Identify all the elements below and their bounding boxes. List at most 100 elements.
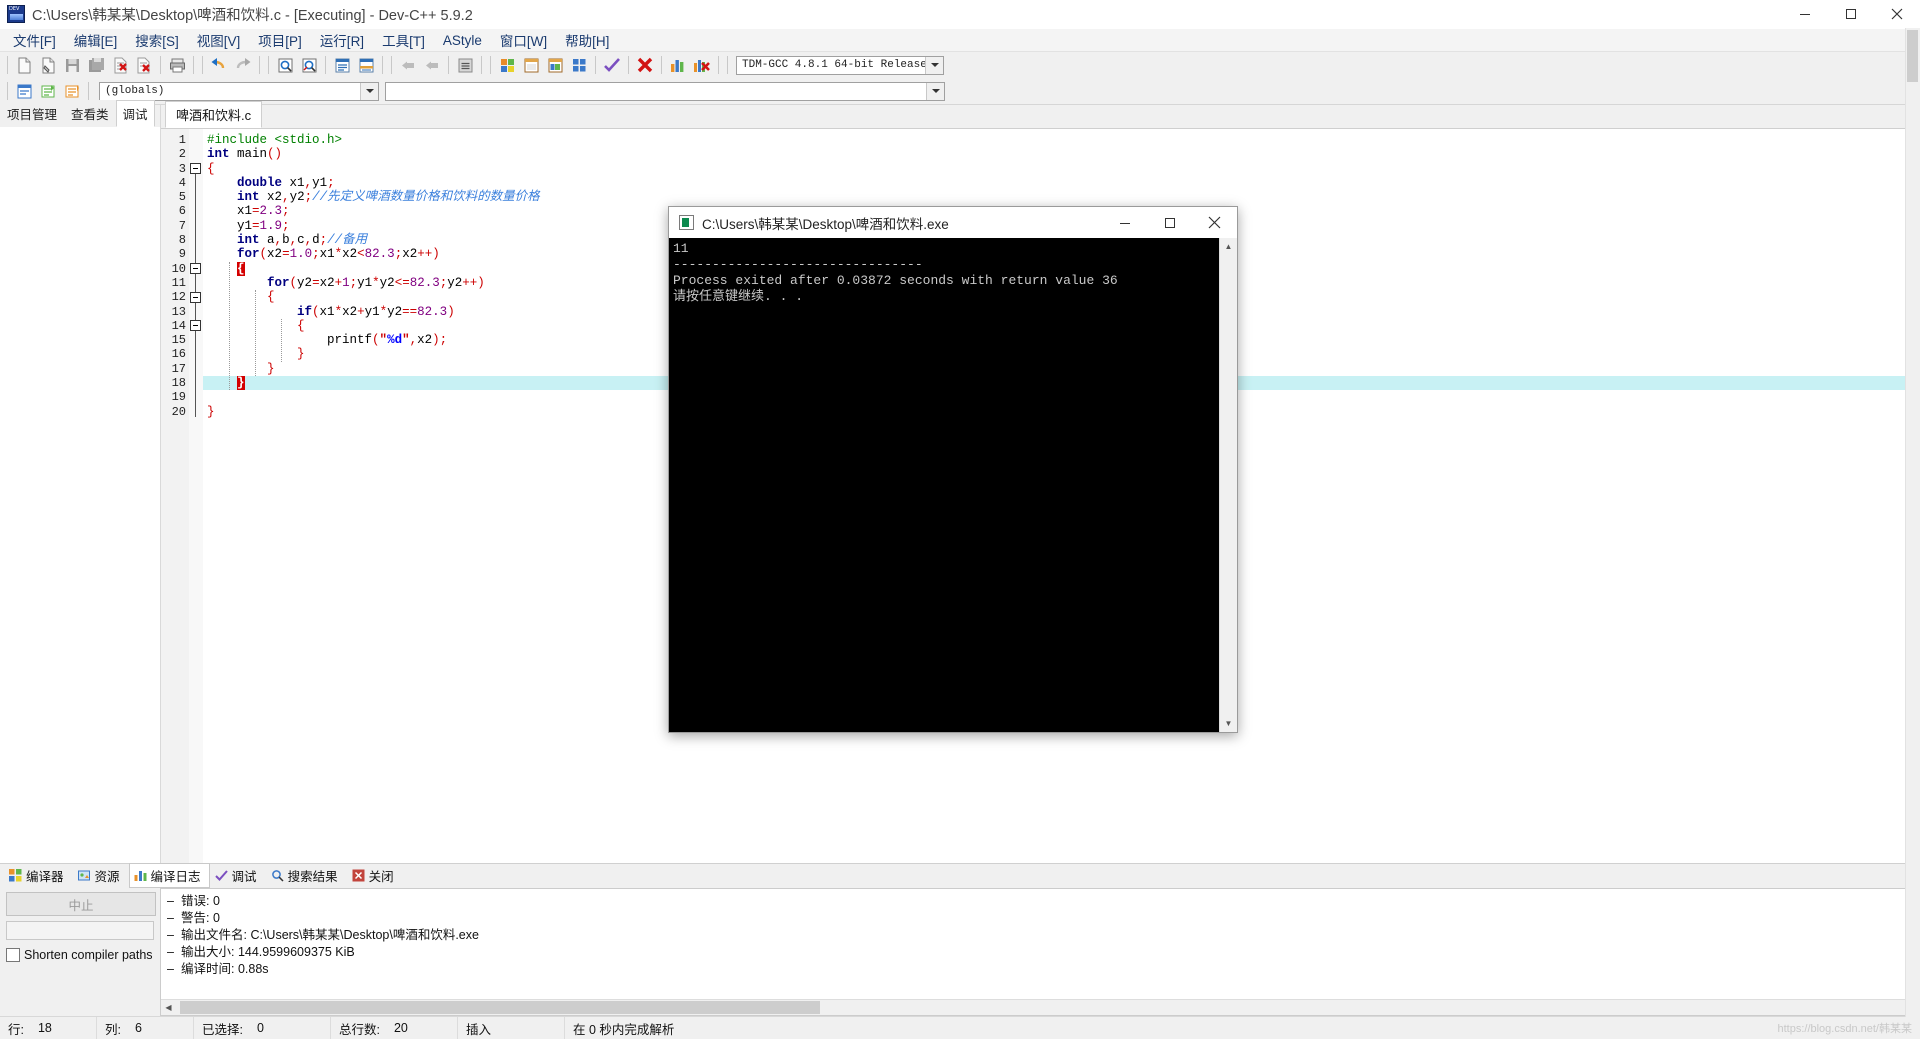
toolbar-separator — [718, 56, 719, 74]
scroll-left-icon[interactable]: ◀ — [161, 1000, 176, 1015]
code-token: ) — [432, 333, 440, 348]
redo-button[interactable] — [232, 54, 254, 76]
scroll-up-icon[interactable]: ▲ — [1220, 238, 1237, 255]
line-number: 8 — [178, 233, 186, 248]
toolbar-separator — [727, 56, 728, 74]
fold-toggle[interactable] — [190, 163, 201, 175]
code-line[interactable]: #include <stdio.h> — [203, 133, 1920, 147]
toggle-bookmark-button[interactable] — [355, 54, 377, 76]
properties-button[interactable] — [454, 54, 476, 76]
fold-toggle[interactable] — [190, 263, 201, 275]
toolbar-separator — [268, 56, 269, 74]
menu-file[interactable]: 文件[F] — [4, 28, 65, 52]
menu-view[interactable]: 视图[V] — [188, 28, 250, 52]
left-panel: 项目管理 查看类 调试 — [0, 100, 161, 863]
code-token: 1.9 — [259, 218, 283, 233]
ide-scroll-thumb[interactable] — [1907, 30, 1918, 82]
forward-button[interactable] — [421, 54, 443, 76]
code-token: ; — [439, 333, 448, 348]
bottom-panel-tabs: 编译器 资源 编译日志 调试 搜索结果 关闭 — [0, 862, 1920, 888]
abort-button[interactable]: 中止 — [6, 892, 156, 916]
code-token: d — [312, 233, 320, 248]
log-horizontal-scrollbar[interactable]: ◀ ▶ — [161, 999, 1917, 1015]
menu-tools[interactable]: 工具[T] — [373, 28, 434, 52]
console-maximize-button[interactable] — [1147, 207, 1192, 238]
goto-function-button[interactable] — [61, 80, 83, 102]
tab-class-browser[interactable]: 查看类 — [64, 100, 116, 127]
log-scroll-thumb[interactable] — [180, 1001, 820, 1014]
menu-edit[interactable]: 编辑[E] — [65, 28, 127, 52]
code-folding-column[interactable] — [189, 129, 203, 863]
ide-vertical-scrollbar[interactable] — [1905, 28, 1920, 1017]
project-options-button[interactable] — [568, 54, 590, 76]
delete-profile-button[interactable] — [691, 54, 713, 76]
back-button[interactable] — [397, 54, 419, 76]
menu-help[interactable]: 帮助[H] — [556, 28, 618, 52]
close-all-button[interactable] — [133, 54, 155, 76]
save-project-button[interactable] — [544, 54, 566, 76]
menu-search[interactable]: 搜索[S] — [126, 28, 188, 52]
tab-compiler[interactable]: 编译器 — [4, 863, 73, 888]
shorten-paths-checkbox[interactable] — [6, 948, 20, 962]
goto-line-button[interactable] — [331, 54, 353, 76]
tab-resources[interactable]: 资源 — [73, 863, 129, 888]
code-line[interactable]: int x2,y2;//先定义啤酒数量价格和饮料的数量价格 — [203, 190, 1920, 204]
console-scrollbar[interactable]: ▲ ▼ — [1219, 238, 1237, 732]
chevron-down-icon[interactable] — [925, 56, 943, 74]
menu-run[interactable]: 运行[R] — [311, 28, 373, 52]
scroll-down-icon[interactable]: ▼ — [1220, 715, 1237, 732]
compile-log-view[interactable]: – 错误: 0– 警告: 0– 输出文件名: C:\Users\韩某某\Desktop… — [160, 888, 1918, 1016]
globals-select[interactable]: (globals) — [99, 81, 379, 101]
tab-project-manager[interactable]: 项目管理 — [0, 100, 65, 127]
find-button[interactable] — [274, 54, 296, 76]
undo-button[interactable] — [208, 54, 230, 76]
menu-astyle[interactable]: AStyle — [434, 31, 491, 50]
fold-toggle[interactable] — [190, 291, 201, 303]
toolbar-separator — [7, 82, 8, 100]
code-line[interactable]: double x1,y1; — [203, 176, 1920, 190]
print-button[interactable] — [166, 54, 188, 76]
open-project-button[interactable] — [520, 54, 542, 76]
close-button[interactable] — [1874, 0, 1920, 28]
minimize-button[interactable] — [1782, 0, 1828, 28]
shorten-paths-row[interactable]: Shorten compiler paths — [6, 948, 154, 962]
menu-project[interactable]: 项目[P] — [249, 28, 311, 52]
save-file-button[interactable] — [61, 54, 83, 76]
symbol-select[interactable] — [385, 81, 945, 101]
fold-toggle[interactable] — [190, 320, 201, 332]
chevron-down-icon[interactable] — [360, 82, 378, 100]
chevron-down-icon[interactable] — [926, 82, 944, 100]
profile-analysis-button[interactable] — [667, 54, 689, 76]
stop-execution-button[interactable] — [634, 54, 656, 76]
log-scroll-track[interactable] — [176, 1000, 1902, 1015]
tab-debug-log[interactable]: 调试 — [210, 863, 266, 888]
save-all-button[interactable] — [85, 54, 107, 76]
console-scroll-track[interactable] — [1220, 255, 1237, 715]
status-selected-label: 已选择: — [202, 1022, 243, 1037]
tab-compile-log[interactable]: 编译日志 — [128, 862, 210, 888]
compiler-select[interactable]: TDM-GCC 4.8.1 64-bit Release — [736, 55, 944, 75]
toggle-breakpoint-button[interactable] — [37, 80, 59, 102]
editor-tab-file[interactable]: 啤酒和饮料.c — [165, 101, 263, 128]
console-close-button[interactable] — [1192, 207, 1237, 238]
new-project-button[interactable] — [496, 54, 518, 76]
tab-debug[interactable]: 调试 — [115, 100, 155, 127]
tab-search-results[interactable]: 搜索结果 — [266, 863, 347, 888]
tab-close[interactable]: 关闭 — [347, 863, 403, 888]
console-title-bar: C:\Users\韩某某\Desktop\啤酒和饮料.exe — [669, 207, 1237, 238]
open-file-button[interactable] — [37, 54, 59, 76]
maximize-button[interactable] — [1828, 0, 1874, 28]
new-file-button[interactable] — [13, 54, 35, 76]
replace-button[interactable] — [298, 54, 320, 76]
insert-snippet-button[interactable] — [13, 80, 35, 102]
console-window[interactable]: C:\Users\韩某某\Desktop\啤酒和饮料.exe 11 -------… — [668, 206, 1238, 733]
compile-button[interactable] — [601, 54, 623, 76]
compile-log-icon — [134, 869, 147, 882]
code-line[interactable]: int main() — [203, 147, 1920, 161]
console-minimize-button[interactable] — [1102, 207, 1147, 238]
close-file-button[interactable] — [109, 54, 131, 76]
code-line[interactable]: { — [203, 162, 1920, 176]
menu-window[interactable]: 窗口[W] — [491, 28, 556, 52]
code-token: x1 — [282, 175, 305, 190]
